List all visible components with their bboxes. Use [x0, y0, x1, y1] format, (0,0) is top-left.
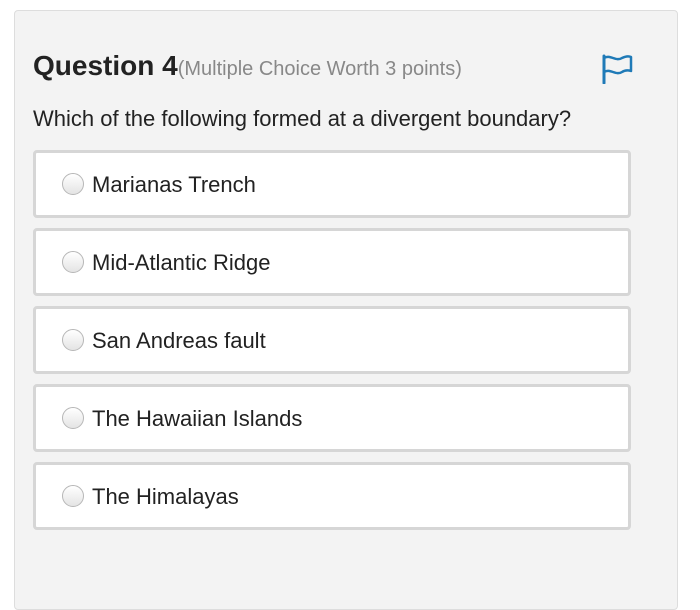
flag-icon-svg	[602, 54, 633, 85]
answer-option-4[interactable]: The Hawaiian Islands	[33, 384, 631, 452]
answer-label: The Hawaiian Islands	[92, 406, 303, 431]
question-title: Question 4	[33, 50, 178, 81]
answer-label: The Himalayas	[92, 484, 239, 509]
answer-label: Marianas Trench	[92, 172, 256, 197]
radio-button[interactable]	[62, 251, 84, 273]
answer-option-1[interactable]: Marianas Trench	[33, 150, 631, 218]
answer-options: Marianas Trench Mid-Atlantic Ridge San A…	[33, 150, 631, 540]
question-text: Which of the following formed at a diver…	[33, 106, 572, 131]
answer-option-3[interactable]: San Andreas fault	[33, 306, 631, 374]
radio-button[interactable]	[62, 173, 84, 195]
answer-label: San Andreas fault	[92, 328, 266, 353]
radio-button[interactable]	[62, 329, 84, 351]
answer-option-2[interactable]: Mid-Atlantic Ridge	[33, 228, 631, 296]
flag-icon[interactable]	[600, 54, 634, 85]
answer-label: Mid-Atlantic Ridge	[92, 250, 271, 275]
radio-button[interactable]	[62, 485, 84, 507]
question-header: Question 4(Multiple Choice Worth 3 point…	[33, 50, 462, 82]
answer-option-5[interactable]: The Himalayas	[33, 462, 631, 530]
radio-button[interactable]	[62, 407, 84, 429]
question-meta: (Multiple Choice Worth 3 points)	[177, 58, 462, 80]
